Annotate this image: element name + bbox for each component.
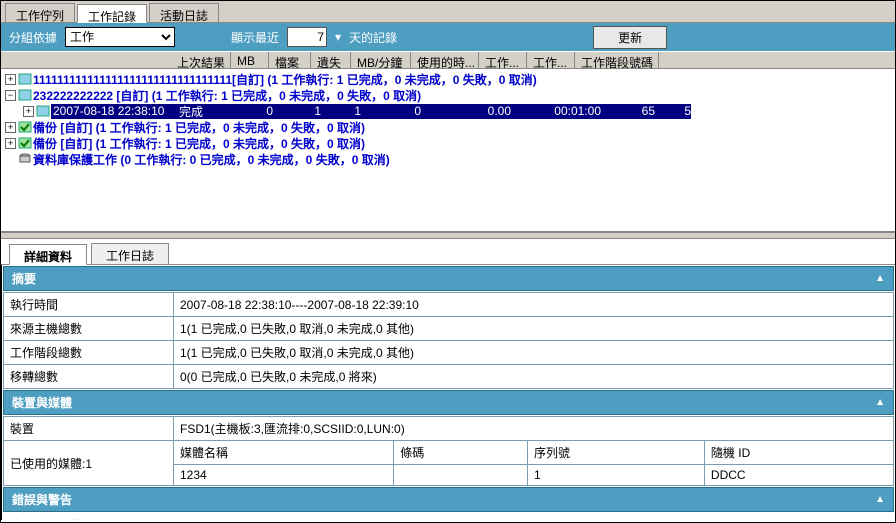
col-files[interactable]: 檔案 bbox=[269, 52, 311, 68]
sel-timestamp: 2007-08-18 22:38:10 bbox=[53, 104, 175, 118]
tab-queue[interactable]: 工作佇列 bbox=[5, 3, 75, 22]
job-ok-icon bbox=[18, 137, 32, 149]
col-session[interactable]: 工作階段號碼 bbox=[575, 52, 659, 68]
detail-panel: 摘要▲ 執行時間2007-08-18 22:38:10----2007-08-1… bbox=[1, 265, 895, 520]
tree-row[interactable]: + 備份 [自訂] (1 工作執行: 1 已完成，0 未完成，0 失敗，0 取消… bbox=[5, 119, 891, 135]
days-suffix-label: 天的記錄 bbox=[349, 29, 397, 46]
col-job1[interactable]: 工作... bbox=[479, 52, 527, 68]
tree-row[interactable]: + 備份 [自訂] (1 工作執行: 1 已完成，0 未完成，0 失敗，0 取消… bbox=[5, 135, 891, 151]
device-table: 裝置FSD1(主機板:3,匯流排:0,SCSIID:0,LUN:0) 已使用的媒… bbox=[3, 416, 894, 486]
column-header-row: 上次結果 MB 檔案 遺失 MB/分鐘 使用的時... 工作... 工作... … bbox=[1, 51, 895, 69]
tab-joblog[interactable]: 工作日誌 bbox=[91, 243, 169, 264]
col-last-result[interactable]: 上次結果 bbox=[171, 52, 231, 68]
top-tab-bar: 工作佇列 工作記錄 活動日誌 bbox=[1, 1, 895, 23]
tab-activity[interactable]: 活動日誌 bbox=[149, 3, 219, 22]
expand-icon[interactable]: + bbox=[5, 74, 16, 85]
section-errors[interactable]: 錯誤與警告▲ bbox=[3, 487, 894, 512]
tree-label: 資料庫保護工作 (0 工作執行: 0 已完成，0 未完成，0 失敗，0 取消) bbox=[33, 151, 390, 168]
section-summary[interactable]: 摘要▲ bbox=[3, 266, 894, 291]
tree-row-selected[interactable]: + 2007-08-18 22:38:10 完成 0 1 1 0 0.00 00… bbox=[5, 103, 891, 119]
section-device[interactable]: 裝置與媒體▲ bbox=[3, 390, 894, 415]
col-mbmin[interactable]: MB/分鐘 bbox=[351, 52, 411, 68]
col-job2[interactable]: 工作... bbox=[527, 52, 575, 68]
group-by-label: 分組依據 bbox=[9, 29, 57, 46]
col-time[interactable]: 使用的時... bbox=[411, 52, 479, 68]
tree-label: 111111111111111111111111111111111[自訂] (1… bbox=[33, 71, 537, 88]
splitter[interactable] bbox=[1, 231, 895, 239]
tree-label: 備份 [自訂] (1 工作執行: 1 已完成，0 未完成，0 失敗，0 取消) bbox=[33, 135, 365, 152]
refresh-button[interactable]: 更新 bbox=[593, 26, 667, 49]
chevron-up-icon: ▲ bbox=[875, 494, 885, 505]
days-suffix-icon: ▾ bbox=[335, 30, 341, 44]
tab-detail[interactable]: 詳細資料 bbox=[9, 244, 87, 265]
chevron-up-icon: ▲ bbox=[875, 397, 885, 408]
days-input[interactable] bbox=[287, 27, 327, 47]
db-icon bbox=[18, 153, 32, 165]
tree-label: 備份 [自訂] (1 工作執行: 1 已完成，0 未完成，0 失敗，0 取消) bbox=[33, 119, 365, 136]
chevron-up-icon: ▲ bbox=[875, 273, 885, 284]
filter-bar: 分組依據 工作 顯示最近 ▾ 天的記錄 更新 bbox=[1, 23, 895, 51]
lower-tab-bar: 詳細資料 工作日誌 bbox=[1, 239, 895, 265]
expand-icon[interactable]: + bbox=[5, 138, 16, 149]
tree-row[interactable]: 資料庫保護工作 (0 工作執行: 0 已完成，0 未完成，0 失敗，0 取消) bbox=[5, 151, 891, 167]
tree-label: 232222222222 [自訂] (1 工作執行: 1 已完成，0 未完成，0… bbox=[33, 87, 421, 104]
job-icon bbox=[18, 73, 32, 85]
tab-log[interactable]: 工作記錄 bbox=[77, 4, 147, 23]
expand-icon[interactable]: + bbox=[23, 106, 34, 117]
job-ok-icon bbox=[18, 121, 32, 133]
col-missed[interactable]: 遺失 bbox=[311, 52, 351, 68]
tree-row[interactable]: − 232222222222 [自訂] (1 工作執行: 1 已完成，0 未完成… bbox=[5, 87, 891, 103]
col-mb[interactable]: MB bbox=[231, 52, 269, 68]
expand-icon[interactable]: + bbox=[5, 122, 16, 133]
tree-row[interactable]: + 111111111111111111111111111111111[自訂] … bbox=[5, 71, 891, 87]
job-icon bbox=[36, 105, 50, 117]
no-items-text: 沒有要顯示的項目! bbox=[2, 513, 895, 520]
sel-status: 完成 bbox=[175, 103, 211, 120]
collapse-icon[interactable]: − bbox=[5, 90, 16, 101]
job-icon bbox=[18, 89, 32, 101]
job-tree: + 111111111111111111111111111111111[自訂] … bbox=[1, 69, 895, 231]
group-by-select[interactable]: 工作 bbox=[65, 27, 175, 47]
show-recent-label: 顯示最近 bbox=[231, 29, 279, 46]
summary-table: 執行時間2007-08-18 22:38:10----2007-08-18 22… bbox=[3, 292, 894, 389]
